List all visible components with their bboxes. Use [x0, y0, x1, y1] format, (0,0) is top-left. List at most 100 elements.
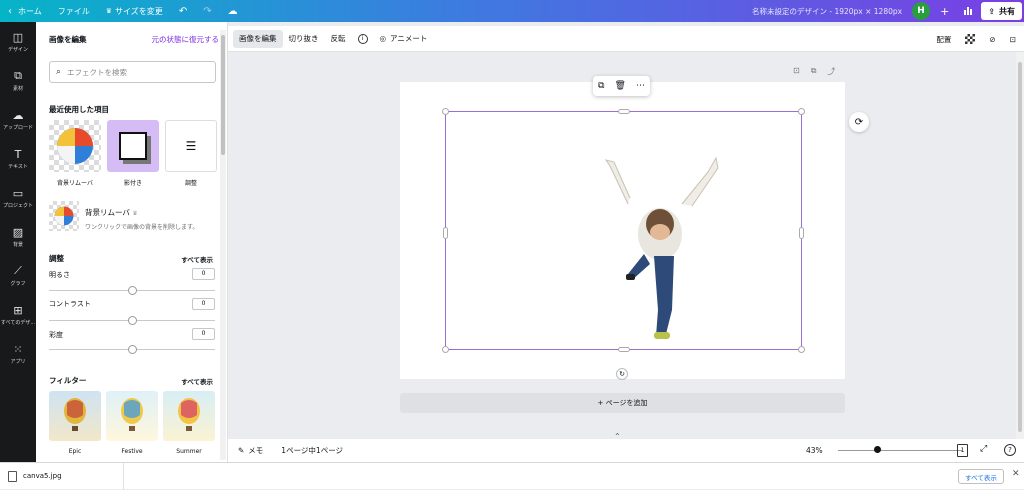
effect-search-input[interactable]: ⌕ エフェクトを検索: [49, 61, 216, 83]
cloud-save-button[interactable]: ☁: [220, 0, 246, 22]
zoom-knob[interactable]: [874, 446, 881, 453]
crop-button[interactable]: 切り抜き: [283, 30, 325, 48]
panel-scroll-thumb[interactable]: [221, 35, 225, 155]
rail-item-projects[interactable]: ▭ プロジェクト: [0, 178, 36, 217]
resize-handle[interactable]: [798, 108, 805, 115]
animate-button[interactable]: ◎ アニメート: [374, 30, 434, 48]
design-icon: ◫: [12, 30, 24, 44]
document-title[interactable]: 名称未設定のデザイン - 1920px × 1280px: [752, 6, 902, 17]
selection-box[interactable]: [442, 108, 805, 353]
slider-knob[interactable]: [128, 286, 137, 295]
background-icon: ▨: [12, 225, 24, 239]
saturation-value[interactable]: 0: [192, 328, 215, 340]
add-page-button[interactable]: + ページを追加: [400, 393, 845, 413]
adjust-show-all[interactable]: すべて表示: [181, 254, 213, 264]
page-indicator[interactable]: 1ページ中1ページ: [281, 445, 343, 456]
saturation-label: 彩度: [49, 331, 63, 339]
avatar[interactable]: H: [912, 2, 931, 20]
rail-item-chart[interactable]: ⟋ グラフ: [0, 256, 36, 295]
link-icon[interactable]: ⊘: [989, 35, 995, 44]
filter-epic[interactable]: Epic: [49, 391, 101, 461]
saturation-slider[interactable]: [49, 345, 215, 354]
refresh-icon[interactable]: ⟳: [849, 112, 869, 132]
brightness-value[interactable]: 0: [192, 268, 215, 280]
trash-icon[interactable]: 🗑: [614, 81, 625, 91]
context-toolbar: 画像を編集 切り抜き 反転 i ◎ アニメート 配置 ⊘ ⊡: [228, 26, 1024, 52]
filters-show-all[interactable]: すべて表示: [181, 376, 213, 386]
fullscreen-icon[interactable]: ⤢: [980, 444, 987, 454]
rotate-icon[interactable]: ↻: [616, 368, 628, 380]
undo-button[interactable]: ↶: [171, 0, 195, 22]
top-bar: ‹ ホーム ファイル ♛ サイズを変更 ↶ ↷ ☁ 名称未設定のデザイン - 192…: [0, 0, 1024, 22]
chevron-left-icon: ‹: [8, 5, 12, 17]
crown-icon: ♛: [105, 7, 113, 15]
file-menu[interactable]: ファイル: [50, 0, 98, 22]
zoom-value[interactable]: 43%: [806, 446, 823, 455]
more-icon[interactable]: ⋯: [636, 81, 645, 91]
resize-handle[interactable]: [618, 347, 630, 352]
resize-handle[interactable]: [442, 346, 449, 353]
recent-adjust[interactable]: ☰ 調整: [165, 120, 217, 190]
filter-summer[interactable]: Summer: [163, 391, 215, 461]
rail-item-text[interactable]: T テキスト: [0, 139, 36, 178]
add-page-icon[interactable]: ⤴: [827, 66, 835, 77]
notes-icon: ✎: [238, 446, 245, 455]
transparency-icon[interactable]: [965, 34, 976, 44]
filters-title: フィルター: [49, 376, 87, 385]
rail-item-elements[interactable]: ⧉ 素材: [0, 61, 36, 100]
lock-page-icon[interactable]: ⊡: [793, 66, 800, 77]
lock-icon[interactable]: ⊡: [1010, 35, 1016, 44]
slider-knob[interactable]: [128, 345, 137, 354]
design-page[interactable]: ⧉ 🗑 ⋯ ↻: [400, 76, 845, 380]
duplicate-page-icon[interactable]: ⧉: [811, 66, 817, 77]
adjust-title: 調整: [49, 254, 64, 263]
bg-remover-text: 背景リムーバ ♛ ワンクリックで画像の背景を削除します。: [85, 201, 198, 233]
rail-item-upload[interactable]: ☁ アップロード: [0, 100, 36, 139]
animate-label: アニメート: [390, 34, 428, 43]
recent-shadow[interactable]: 影付き: [107, 120, 159, 190]
canvas-scroll-thumb[interactable]: [1018, 62, 1022, 432]
slider-knob[interactable]: [128, 316, 137, 325]
rail-label: アプリ: [10, 358, 26, 365]
brightness-slider[interactable]: [49, 286, 215, 295]
add-collaborator-button[interactable]: +: [934, 0, 955, 22]
home-button[interactable]: ‹ ホーム: [0, 0, 50, 22]
download-show-all-button[interactable]: すべて表示: [958, 469, 1004, 484]
rail-item-all-designs[interactable]: ⊞ すべてのデザ...: [0, 295, 36, 334]
panel-scrollbar[interactable]: [220, 30, 226, 460]
contrast-value[interactable]: 0: [192, 298, 215, 310]
restore-original-link[interactable]: 元の状態に復元する: [152, 34, 220, 45]
rail-item-design[interactable]: ◫ デザイン: [0, 22, 36, 61]
close-icon[interactable]: ✕: [1012, 469, 1020, 479]
rail-label: 素材: [12, 86, 23, 92]
position-button[interactable]: 配置: [936, 34, 951, 45]
filter-festive[interactable]: Festive: [106, 391, 158, 461]
rail-item-background[interactable]: ▨ 背景: [0, 217, 36, 256]
resize-handle[interactable]: [798, 346, 805, 353]
share-button[interactable]: ⇪ 共有: [981, 2, 1022, 20]
help-icon[interactable]: ?: [1004, 444, 1016, 456]
resize-handle[interactable]: [618, 109, 630, 114]
recent-effects: 背景リムーバ 影付き ☰ 調整: [49, 120, 219, 190]
bottom-bar: ✎ メモ 1ページ中1ページ 43% 1 ⤢ ?: [228, 439, 1024, 462]
resize-button[interactable]: ♛ サイズを変更: [98, 0, 171, 22]
flip-button[interactable]: 反転: [325, 30, 352, 48]
info-button[interactable]: i: [352, 30, 374, 48]
download-item[interactable]: canva5.jpg: [0, 462, 124, 490]
edit-image-button[interactable]: 画像を編集: [233, 29, 283, 48]
canvas-scrollbar[interactable]: [1016, 52, 1024, 439]
resize-handle[interactable]: [442, 108, 449, 115]
contrast-slider[interactable]: [49, 316, 215, 325]
bg-remover-item[interactable]: 背景リムーバ ♛ ワンクリックで画像の背景を削除します。: [49, 201, 219, 233]
page-count-icon[interactable]: 1: [957, 444, 968, 457]
filter-label: Epic: [68, 448, 82, 455]
redo-button[interactable]: ↷: [195, 0, 219, 22]
copy-icon[interactable]: ⧉: [598, 81, 604, 91]
resize-handle[interactable]: [799, 227, 804, 239]
zoom-slider[interactable]: [838, 450, 962, 451]
insights-button[interactable]: [955, 0, 981, 22]
rail-item-apps[interactable]: ⁙ アプリ: [0, 334, 36, 373]
recent-bg-remover[interactable]: 背景リムーバ: [49, 120, 101, 190]
notes-button[interactable]: ✎ メモ: [238, 445, 263, 456]
resize-handle[interactable]: [443, 227, 448, 239]
